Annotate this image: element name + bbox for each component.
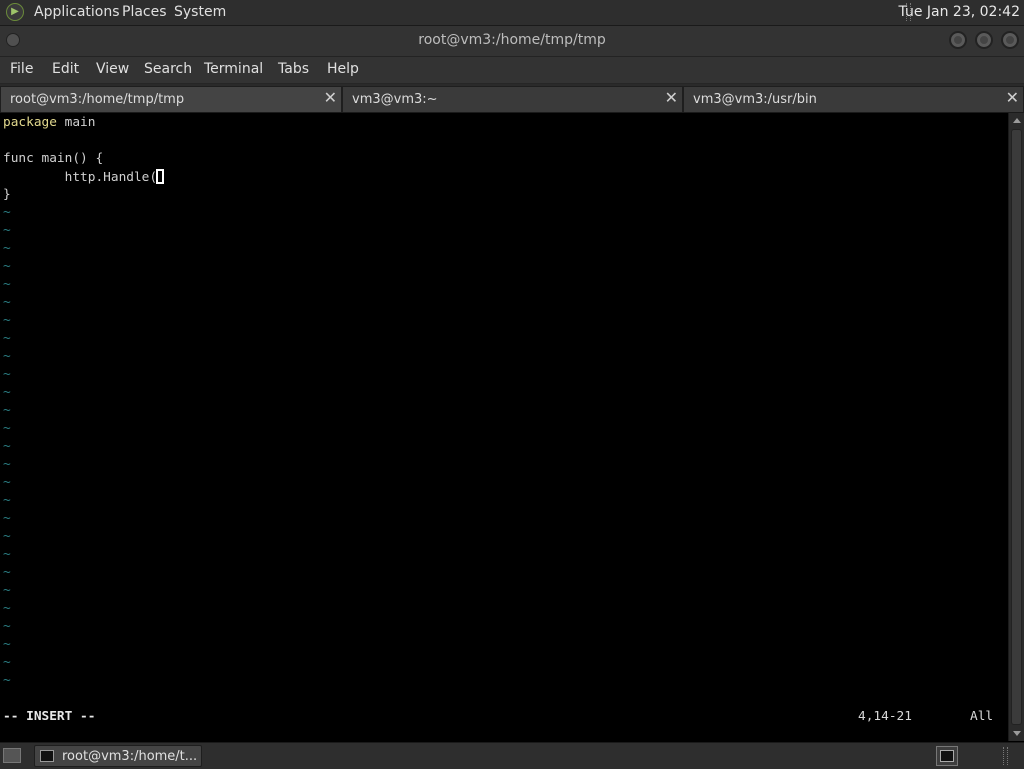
scroll-up-arrow-icon[interactable] (1013, 118, 1021, 123)
cursor-position: 4,14-21 (858, 709, 912, 724)
tab-label: vm3@vm3:~ (352, 92, 438, 107)
tilde-marker: ~ (3, 439, 11, 454)
close-tab-icon[interactable]: ✕ (1006, 90, 1019, 106)
tilde-marker: ~ (3, 421, 11, 436)
clock[interactable]: Tue Jan 23, 02:42 (899, 4, 1020, 20)
tab-vm3-home[interactable]: vm3@vm3:~ ✕ (342, 86, 683, 112)
code-line-5: } (3, 187, 11, 202)
tilde-marker: ~ (3, 205, 11, 220)
tilde-marker: ~ (3, 223, 11, 238)
tilde-marker: ~ (3, 367, 11, 382)
tilde-marker: ~ (3, 529, 11, 544)
tilde-marker: ~ (3, 583, 11, 598)
maximize-button[interactable] (975, 31, 993, 49)
tilde-marker: ~ (3, 313, 11, 328)
system-menu[interactable]: System (174, 4, 226, 20)
tab-label: vm3@vm3:/usr/bin (693, 92, 817, 107)
taskbar-item-label: root@vm3:/home/t... (62, 749, 198, 764)
code-line-1: package main (3, 115, 95, 130)
tilde-marker: ~ (3, 547, 11, 562)
terminal-scrollbar[interactable] (1008, 113, 1024, 741)
terminal-area[interactable]: package main func main() { http.Handle( … (0, 113, 1008, 741)
tilde-marker: ~ (3, 619, 11, 634)
tilde-marker: ~ (3, 637, 11, 652)
text-cursor (156, 169, 165, 184)
top-panel: ▶ Applications Places System Tue Jan 23,… (0, 0, 1024, 26)
keyword-package: package (3, 115, 57, 130)
tilde-marker: ~ (3, 295, 11, 310)
tilde-marker: ~ (3, 331, 11, 346)
window-title: root@vm3:/home/tmp/tmp (418, 32, 606, 48)
code-line-4-text: http.Handle( (3, 170, 158, 185)
menu-file[interactable]: File (10, 61, 33, 77)
close-window-button[interactable] (1001, 31, 1019, 49)
bottom-panel: root@vm3:/home/t... (0, 742, 1024, 769)
tilde-marker: ~ (3, 655, 11, 670)
menubar: File Edit View Search Terminal Tabs Help (0, 57, 1024, 84)
applications-menu[interactable]: Applications (34, 4, 120, 20)
scroll-down-arrow-icon[interactable] (1013, 731, 1021, 736)
vim-mode-indicator: -- INSERT -- (3, 709, 96, 724)
menu-tabs[interactable]: Tabs (278, 61, 309, 77)
show-desktop-icon[interactable] (3, 748, 21, 763)
tab-label: root@vm3:/home/tmp/tmp (10, 92, 185, 107)
workspace-switcher-icon[interactable] (936, 746, 958, 766)
menu-terminal[interactable]: Terminal (204, 61, 263, 77)
tilde-marker: ~ (3, 511, 11, 526)
code-line-3: func main() { (3, 151, 104, 166)
tilde-marker: ~ (3, 241, 11, 256)
tilde-marker: ~ (3, 475, 11, 490)
window-titlebar[interactable]: root@vm3:/home/tmp/tmp (0, 26, 1024, 57)
scrollbar-thumb[interactable] (1011, 129, 1022, 725)
tilde-marker: ~ (3, 601, 11, 616)
menu-edit[interactable]: Edit (52, 61, 79, 77)
close-tab-icon[interactable]: ✕ (665, 90, 678, 106)
tilde-marker: ~ (3, 259, 11, 274)
code-line-4: http.Handle( (3, 169, 165, 185)
distro-logo-icon[interactable]: ▶ (6, 3, 24, 21)
tilde-marker: ~ (3, 349, 11, 364)
close-tab-icon[interactable]: ✕ (324, 90, 337, 106)
tilde-marker: ~ (3, 673, 11, 688)
tilde-marker: ~ (3, 277, 11, 292)
tilde-marker: ~ (3, 493, 11, 508)
tilde-marker: ~ (3, 565, 11, 580)
minimize-button[interactable] (949, 31, 967, 49)
taskbar-item-terminal[interactable]: root@vm3:/home/t... (34, 745, 202, 767)
menu-view[interactable]: View (96, 61, 129, 77)
tab-root-home-tmp[interactable]: root@vm3:/home/tmp/tmp ✕ (0, 86, 342, 112)
tilde-marker: ~ (3, 385, 11, 400)
tilde-marker: ~ (3, 457, 11, 472)
menu-help[interactable]: Help (327, 61, 359, 77)
terminal-icon (40, 750, 54, 762)
scroll-position: All (970, 709, 994, 724)
places-menu[interactable]: Places (122, 4, 167, 20)
tab-vm3-usr-bin[interactable]: vm3@vm3:/usr/bin ✕ (683, 86, 1024, 112)
menu-search[interactable]: Search (144, 61, 192, 77)
package-name: main (56, 115, 96, 130)
tab-bar: root@vm3:/home/tmp/tmp ✕ vm3@vm3:~ ✕ vm3… (0, 84, 1024, 113)
tilde-marker: ~ (3, 403, 11, 418)
panel-drag-handle[interactable] (1003, 747, 1008, 765)
